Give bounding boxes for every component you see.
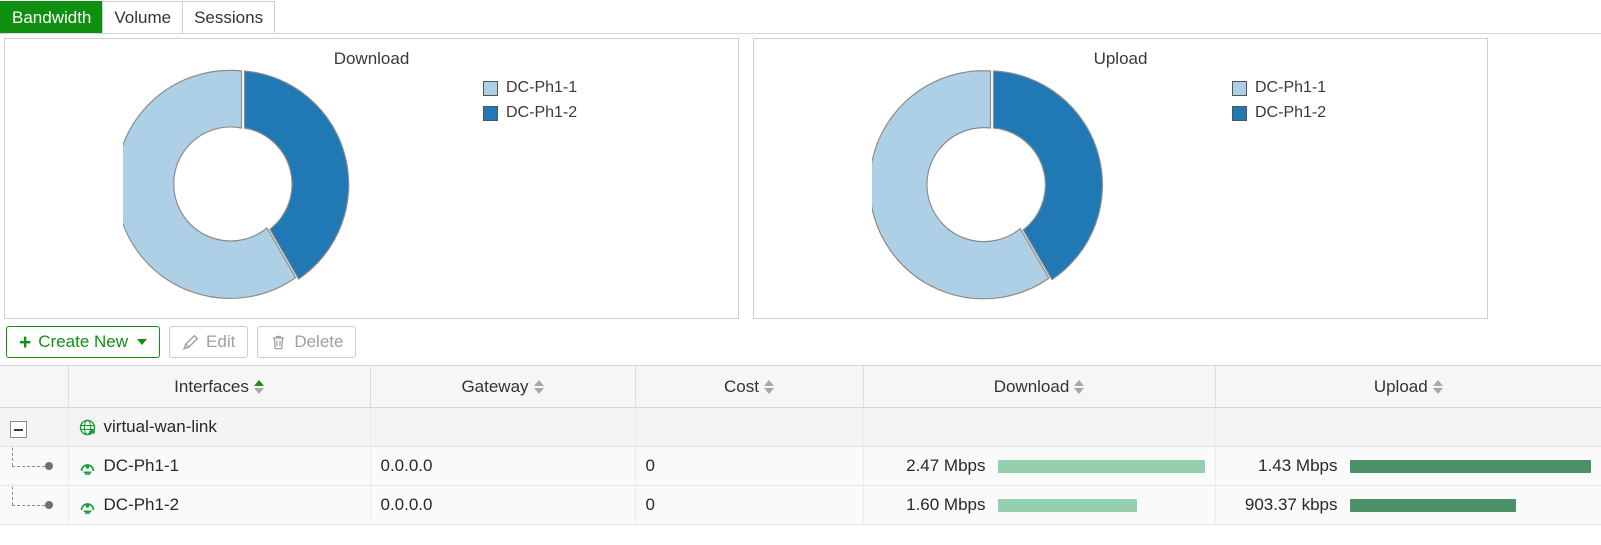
upload-cell [1215,407,1601,447]
upload-bar [1349,498,1516,512]
legend-swatch-icon [1232,105,1247,121]
tree-node-icon [45,462,53,470]
table-body: virtual-wan-link DC-Ph1-1 0.0.0.0 0 2.47… [0,407,1601,525]
upload-legend: DC-Ph1-1 DC-Ph1-2 [1232,79,1326,129]
row-label: virtual-wan-link [103,417,217,436]
tree-node-icon [45,501,53,509]
upload-donut [868,65,1112,305]
tabstrip: Bandwidth Volume Sessions [0,0,1601,34]
upload-cell: 1.43 Mbps [1215,446,1601,486]
legend-item[interactable]: DC-Ph1-1 [483,79,577,97]
table-row[interactable]: DC-Ph1-1 0.0.0.0 0 2.47 Mbps 1.43 Mbps [0,446,1601,486]
download-chart-panel: Download DC-Ph1-1 DC-Ph1-2 [4,38,739,319]
legend-swatch-icon [483,105,498,121]
gateway-cell: 0.0.0.0 [370,446,636,486]
row-label: DC-Ph1-2 [103,495,180,514]
download-cell: 1.60 Mbps [863,485,1216,525]
sort-icon[interactable] [1074,379,1085,394]
delete-button[interactable]: Delete [257,326,357,358]
upload-value: 903.37 kbps [1244,495,1338,514]
column-header-download[interactable]: Download [863,365,1216,408]
plus-icon: + [19,330,32,354]
upload-bar [1349,459,1591,473]
tab-sessions[interactable]: Sessions [182,1,276,33]
upload-value: 1.43 Mbps [1258,456,1338,475]
legend-label: DC-Ph1-1 [1255,79,1327,96]
table-toolbar: + Create New Edit Delete [0,319,1601,365]
download-legend: DC-Ph1-1 DC-Ph1-2 [483,79,577,129]
upload-donut-svg [868,70,1104,300]
cost-cell [635,407,864,447]
gateway-cell: 0.0.0.0 [370,485,636,525]
legend-item[interactable]: DC-Ph1-2 [483,104,577,122]
sort-icon[interactable] [1432,379,1443,394]
interface-name-cell: virtual-wan-link [68,407,371,447]
upload-cell: 903.37 kbps [1215,485,1601,525]
column-label: Cost [724,376,759,396]
upload-chart-title: Upload [1093,49,1148,68]
download-bar [997,498,1137,512]
column-header-cost[interactable]: Cost [635,365,864,408]
column-label: Download [993,376,1070,396]
table-header-row: Interfaces Gateway Cost Download Upload [0,365,1601,408]
delete-label: Delete [294,332,344,351]
download-donut [115,65,363,305]
sort-icon[interactable] [253,379,264,394]
globe-icon [79,419,96,436]
download-cell [863,407,1216,447]
charts-row: Download DC-Ph1-1 DC-Ph1-2 Upload DC-Ph1… [0,34,1601,319]
download-value: 1.60 Mbps [906,495,986,514]
table-row[interactable]: DC-Ph1-2 0.0.0.0 0 1.60 Mbps 903.37 kbps [0,485,1601,525]
table-header: Interfaces Gateway Cost Download Upload [0,365,1601,408]
column-label: Upload [1373,376,1428,396]
legend-label: DC-Ph1-2 [506,104,578,121]
column-label: Interfaces [174,376,249,396]
interfaces-table: Interfaces Gateway Cost Download Upload … [0,365,1601,525]
tab-volume[interactable]: Volume [102,1,184,33]
sort-icon[interactable] [763,379,774,394]
create-new-label: Create New [38,332,129,351]
cost-cell: 0 [635,446,864,486]
download-donut-svg [115,69,350,300]
tree-branch-cell [0,446,69,486]
legend-swatch-icon [1232,80,1247,96]
download-cell: 2.47 Mbps [863,446,1216,486]
tab-bandwidth[interactable]: Bandwidth [0,1,104,33]
legend-swatch-icon [483,80,498,96]
chevron-down-icon [137,339,148,345]
legend-item[interactable]: DC-Ph1-2 [1232,104,1326,122]
legend-label: DC-Ph1-1 [506,79,578,96]
column-header-tree [0,365,69,408]
upload-chart-panel: Upload DC-Ph1-1 DC-Ph1-2 [753,38,1488,319]
pencil-icon [182,334,199,351]
download-chart-title: Download [333,49,410,68]
gateway-cell [370,407,636,447]
column-label: Gateway [461,376,529,396]
row-label: DC-Ph1-1 [103,456,180,475]
tree-toggle-cell[interactable] [0,407,69,447]
create-new-button[interactable]: + Create New [6,326,161,358]
legend-label: DC-Ph1-2 [1255,104,1327,121]
trash-icon [270,334,287,351]
sort-icon[interactable] [533,379,544,394]
wan-status-page: Bandwidth Volume Sessions Download DC-Ph… [0,0,1601,545]
column-header-interfaces[interactable]: Interfaces [68,365,371,408]
download-bar [997,459,1205,473]
cost-cell: 0 [635,485,864,525]
download-value: 2.47 Mbps [906,456,986,475]
column-header-gateway[interactable]: Gateway [370,365,636,408]
interface-name-cell: DC-Ph1-1 [68,446,371,486]
tree-branch-cell [0,485,69,525]
legend-item[interactable]: DC-Ph1-1 [1232,79,1326,97]
column-header-upload[interactable]: Upload [1215,365,1601,408]
table-row[interactable]: virtual-wan-link [0,407,1601,447]
interface-name-cell: DC-Ph1-2 [68,485,371,525]
collapse-icon[interactable] [10,421,27,439]
interface-icon [79,458,96,475]
edit-button[interactable]: Edit [169,326,249,358]
interface-icon [79,497,96,514]
edit-label: Edit [206,332,236,351]
